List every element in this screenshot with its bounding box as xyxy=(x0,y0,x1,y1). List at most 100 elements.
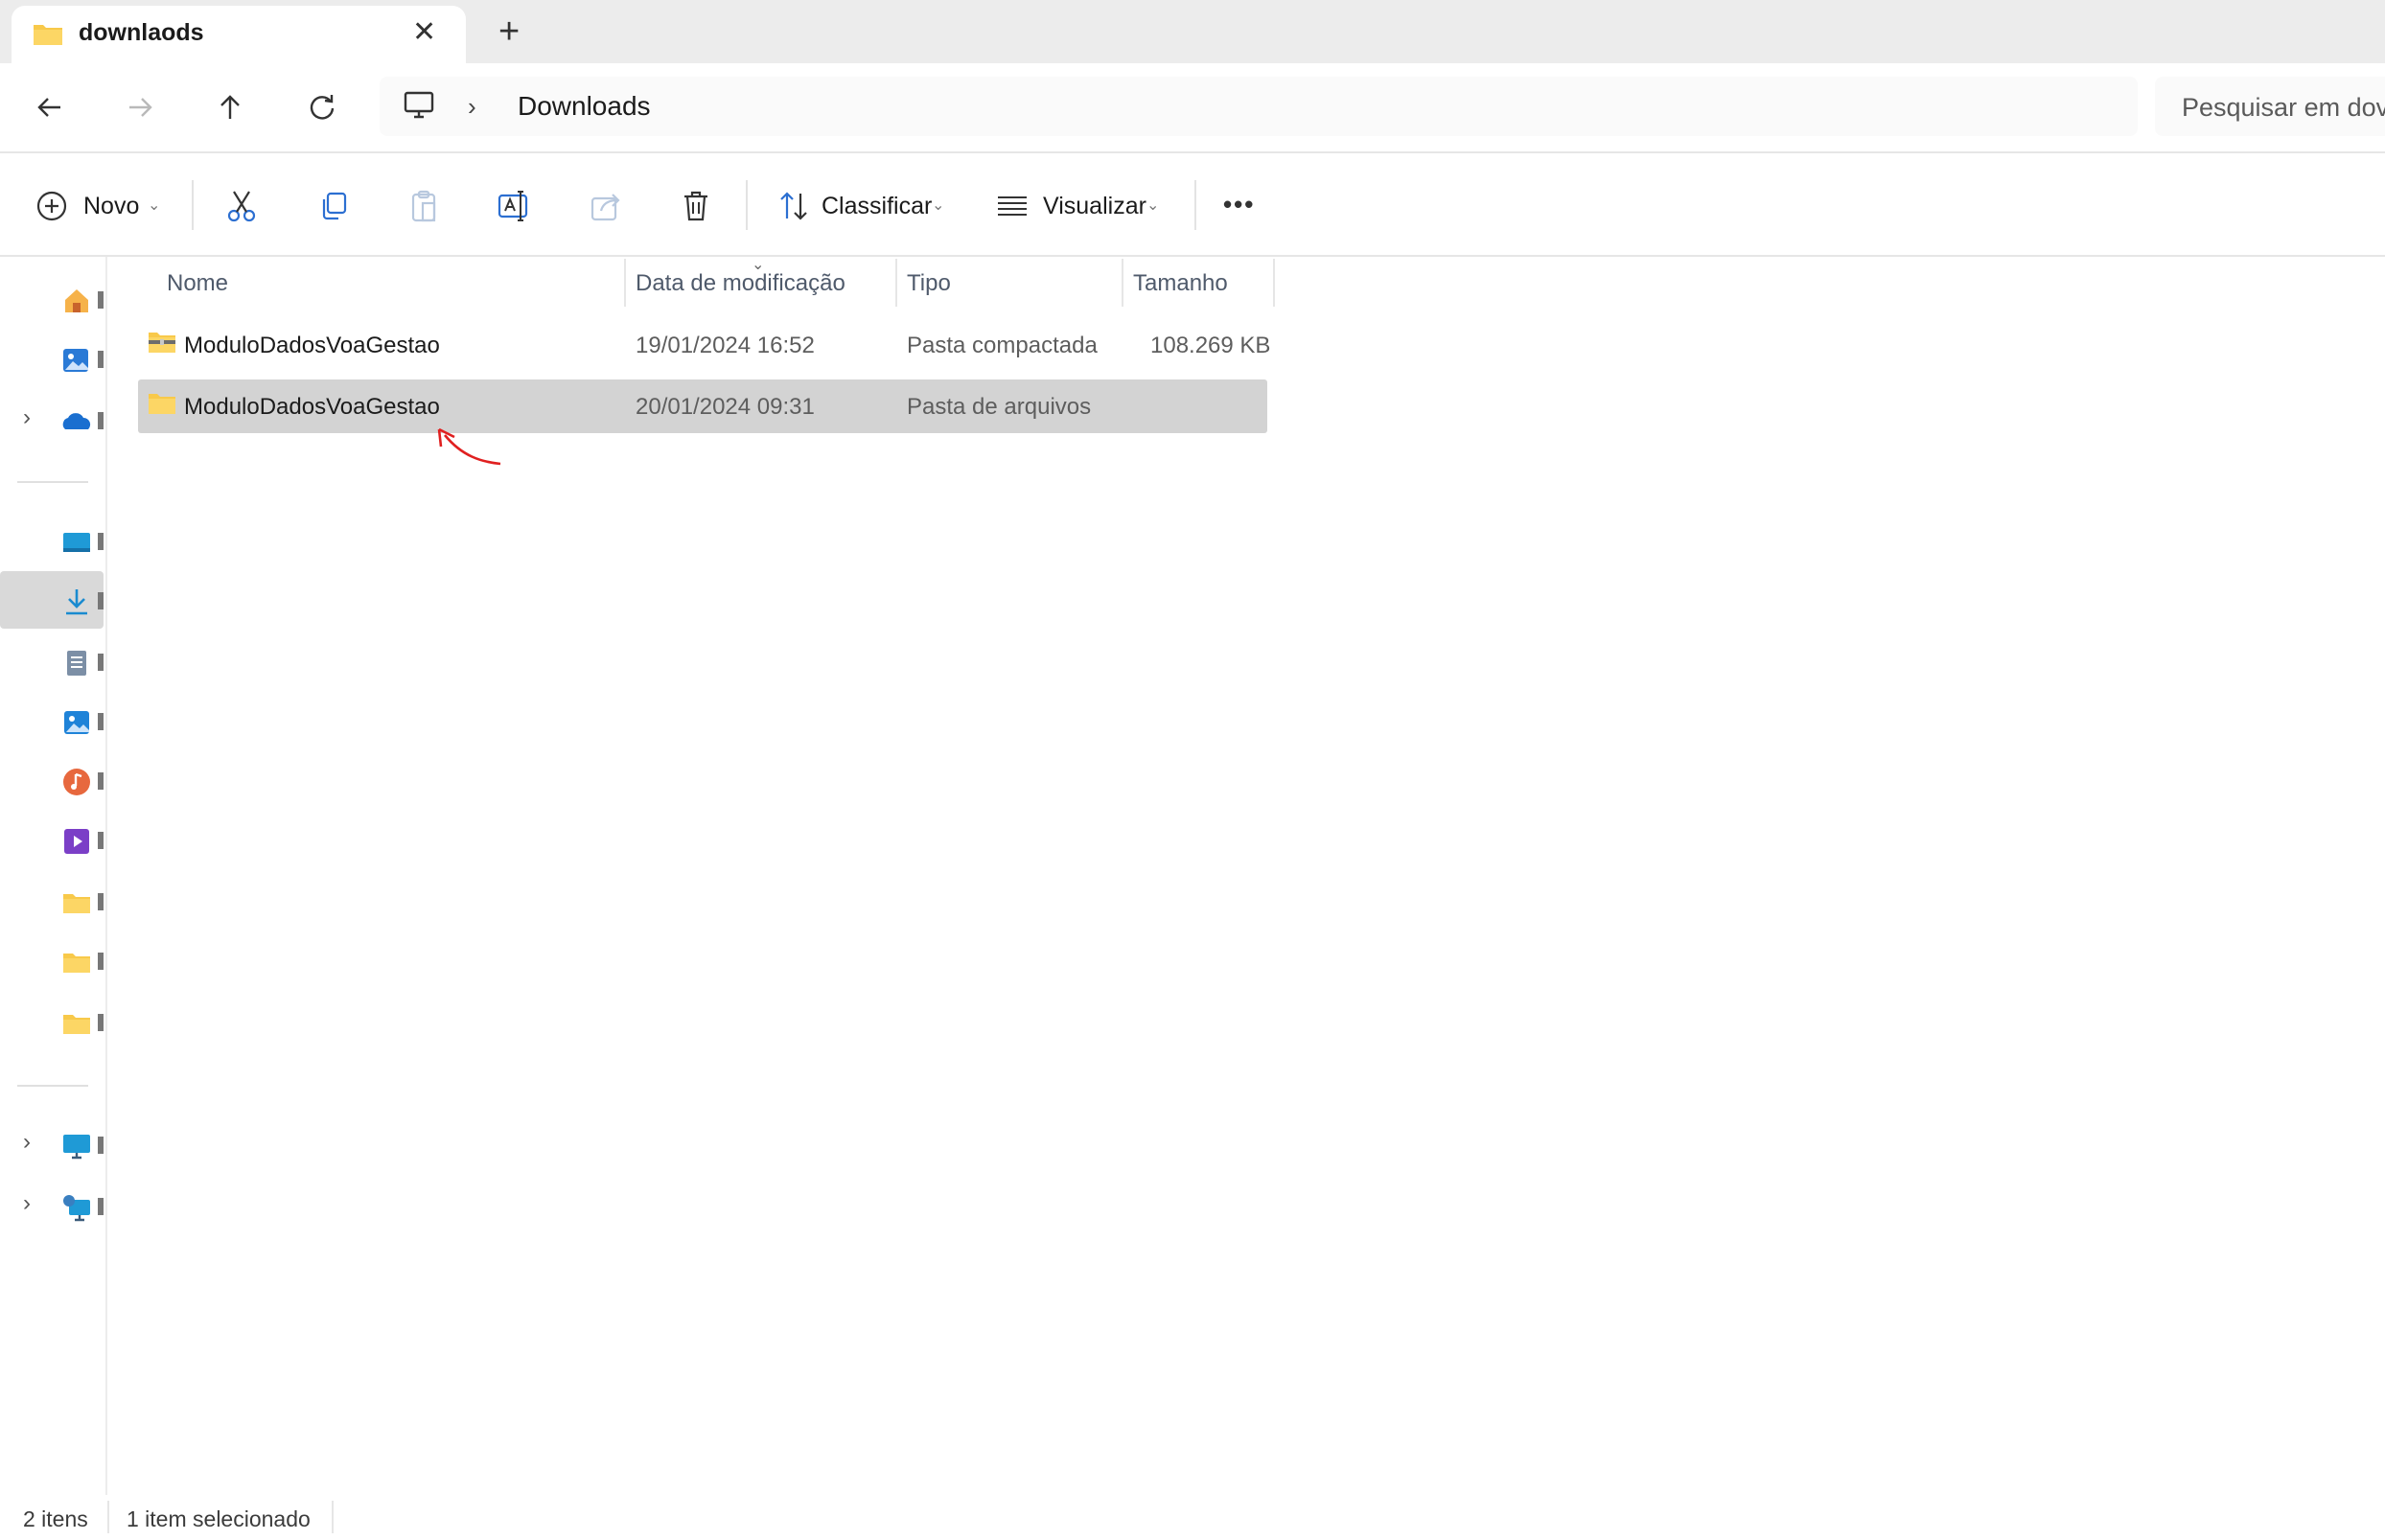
truncated-label xyxy=(98,1137,104,1154)
chevron-right-icon[interactable]: › xyxy=(23,1129,31,1156)
column-header-date[interactable]: Data de modificação xyxy=(636,270,845,297)
folder-icon xyxy=(63,954,90,973)
desktop-icon xyxy=(63,533,90,552)
videos-icon xyxy=(64,829,89,854)
arrow-right-icon[interactable] xyxy=(117,84,163,130)
file-size: 108.269 KB xyxy=(1150,333,1271,358)
truncated-label xyxy=(98,291,104,309)
selection-count: 1 item selecionado xyxy=(127,1506,311,1531)
truncated-label xyxy=(98,592,104,609)
sidebar-item-this-pc[interactable]: › xyxy=(0,1115,104,1173)
folder-icon xyxy=(63,1015,90,1034)
pictures-icon xyxy=(64,711,89,734)
network-icon xyxy=(63,1195,90,1222)
sidebar-item-desktop[interactable] xyxy=(0,512,104,569)
truncated-label xyxy=(98,654,104,671)
sidebar-item-home[interactable] xyxy=(0,270,104,328)
sidebar-item-documents[interactable] xyxy=(0,632,104,690)
chevron-down-icon[interactable]: ⌄ xyxy=(148,195,160,215)
truncated-label xyxy=(98,1198,104,1215)
toolbar-divider xyxy=(1194,180,1196,230)
chevron-down-icon[interactable]: ⌄ xyxy=(1146,195,1159,215)
folder-icon xyxy=(149,394,175,414)
file-type: Pasta compactada xyxy=(907,333,1098,358)
truncated-label xyxy=(98,1014,104,1031)
column-separator[interactable] xyxy=(1273,259,1275,307)
delete-icon[interactable] xyxy=(677,187,715,225)
sidebar-divider xyxy=(17,1085,88,1087)
view-icon[interactable] xyxy=(993,187,1031,225)
column-separator[interactable] xyxy=(1122,259,1123,307)
arrow-left-icon[interactable] xyxy=(27,84,73,130)
zip-folder-icon xyxy=(149,333,175,353)
truncated-label xyxy=(98,533,104,550)
column-header-name[interactable]: Nome xyxy=(167,270,228,297)
sidebar-item-folder-1[interactable] xyxy=(0,872,104,930)
truncated-label xyxy=(98,713,104,730)
chevron-right-icon[interactable]: › xyxy=(23,404,31,431)
column-separator[interactable] xyxy=(895,259,897,307)
more-options-icon[interactable]: ••• xyxy=(1223,190,1255,219)
column-header-size[interactable]: Tamanho xyxy=(1133,270,1228,297)
breadcrumb-chevron[interactable]: › xyxy=(468,92,476,122)
file-row-selected[interactable]: ModuloDadosVoaGestao 20/01/2024 09:31 Pa… xyxy=(138,379,1267,433)
status-divider xyxy=(332,1501,334,1533)
sidebar-item-music[interactable] xyxy=(0,751,104,809)
paste-icon[interactable] xyxy=(405,187,443,225)
annotation-arrow-icon xyxy=(437,427,501,466)
truncated-label xyxy=(98,953,104,970)
sidebar-divider xyxy=(17,481,88,483)
chevron-down-icon[interactable]: ⌄ xyxy=(932,195,944,215)
new-button[interactable]: Novo xyxy=(83,193,139,220)
file-name[interactable]: ModuloDadosVoaGestao xyxy=(184,333,440,359)
item-count: 2 itens xyxy=(23,1506,88,1531)
music-icon xyxy=(63,769,90,795)
command-bar xyxy=(0,153,2385,257)
folder-icon xyxy=(63,894,90,913)
computer-icon xyxy=(63,1135,90,1160)
home-icon xyxy=(65,289,88,312)
plus-icon[interactable]: + xyxy=(498,11,520,53)
arrow-up-icon[interactable] xyxy=(207,84,253,130)
download-icon xyxy=(66,589,87,615)
sidebar-item-downloads[interactable] xyxy=(0,571,104,629)
sidebar-item-onedrive[interactable]: › xyxy=(0,391,104,448)
onedrive-icon xyxy=(62,413,91,429)
sidebar-item-videos[interactable] xyxy=(0,811,104,868)
sort-button[interactable]: Classificar xyxy=(822,193,932,220)
truncated-label xyxy=(98,351,104,368)
file-name[interactable]: ModuloDadosVoaGestao xyxy=(184,394,440,421)
search-placeholder: Pesquisar em dov xyxy=(2182,93,2385,122)
folder-icon xyxy=(34,25,62,45)
documents-icon xyxy=(67,651,86,676)
breadcrumb-downloads[interactable]: Downloads xyxy=(518,91,651,122)
sidebar-item-folder-3[interactable] xyxy=(0,993,104,1050)
rename-icon[interactable] xyxy=(495,187,533,225)
this-pc-icon[interactable] xyxy=(403,90,435,121)
sort-icon[interactable] xyxy=(775,187,813,225)
status-bar xyxy=(0,1495,2385,1540)
sidebar-item-folder-2[interactable] xyxy=(0,931,104,989)
truncated-label xyxy=(98,832,104,849)
sidebar-item-pictures[interactable] xyxy=(0,692,104,749)
new-icon[interactable] xyxy=(33,187,71,225)
file-row[interactable]: ModuloDadosVoaGestao 19/01/2024 16:52 Pa… xyxy=(138,318,1271,372)
truncated-label xyxy=(98,893,104,910)
cut-icon[interactable] xyxy=(222,187,261,225)
share-icon[interactable] xyxy=(587,187,625,225)
column-separator[interactable] xyxy=(624,259,626,307)
sidebar-item-gallery[interactable] xyxy=(0,330,104,387)
close-icon[interactable]: ✕ xyxy=(412,15,436,49)
copy-icon[interactable] xyxy=(314,187,353,225)
refresh-icon[interactable] xyxy=(299,84,345,130)
view-button[interactable]: Visualizar xyxy=(1043,193,1146,220)
truncated-label xyxy=(98,772,104,790)
tab-title: downlaods xyxy=(79,19,204,46)
status-divider xyxy=(107,1501,109,1533)
file-type: Pasta de arquivos xyxy=(907,394,1092,420)
file-date: 19/01/2024 16:52 xyxy=(636,333,815,358)
chevron-right-icon[interactable]: › xyxy=(23,1190,31,1217)
file-date: 20/01/2024 09:31 xyxy=(636,394,815,420)
column-header-type[interactable]: Tipo xyxy=(907,270,951,297)
sidebar-item-network[interactable]: › xyxy=(0,1177,104,1234)
